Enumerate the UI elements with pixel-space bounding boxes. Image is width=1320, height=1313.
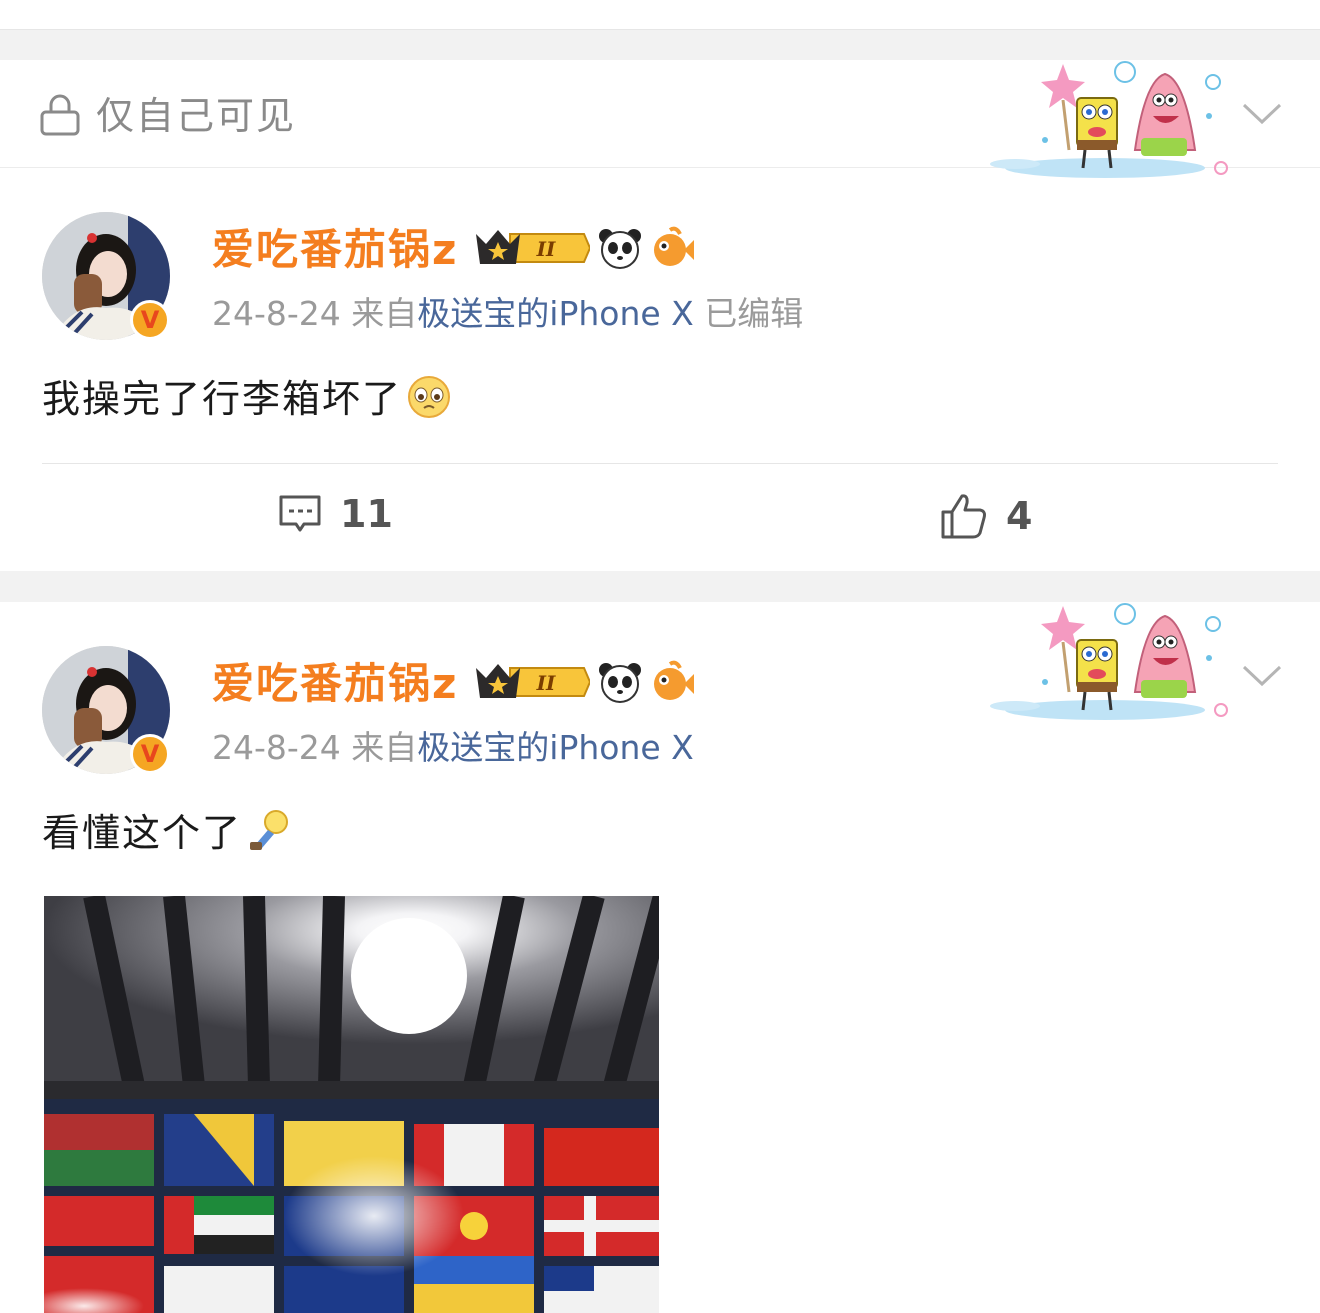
post-card-1: 仅自己可见 V 爱吃番茄锅z II 24-8-24 来自极送宝的iPhone X… (0, 60, 1320, 571)
previous-card-edge (0, 0, 1320, 30)
verified-icon: V (130, 734, 170, 774)
lock-icon (40, 94, 80, 136)
source-prefix: 来自 (351, 294, 418, 333)
verified-icon: V (130, 300, 170, 340)
edited-label[interactable]: 已编辑 (704, 294, 803, 333)
username[interactable]: 爱吃番茄锅z (212, 224, 458, 276)
lightbulb-person-emoji-icon (250, 810, 289, 850)
fish-icon[interactable] (650, 226, 694, 270)
badge-row: II (474, 224, 694, 272)
chevron-down-icon[interactable] (1242, 102, 1282, 126)
panda-icon[interactable] (598, 660, 642, 704)
post-text: 看懂这个了 (42, 808, 292, 858)
panda-icon[interactable] (598, 226, 642, 270)
crown-badge-icon[interactable]: II (474, 226, 590, 270)
like-button[interactable]: 4 (940, 492, 1032, 540)
comment-icon (279, 495, 321, 532)
spongebob-patrick-sticker (990, 603, 1228, 720)
like-count: 4 (1006, 494, 1033, 538)
post-card-2: V 爱吃番茄锅z II 24-8-24 来自极送宝的iPhone X 看懂这个了 (0, 602, 1320, 1313)
post-meta: 24-8-24 来自极送宝的iPhone X 已编辑 (212, 292, 803, 336)
badge-row: II (474, 658, 694, 706)
svg-text:II: II (536, 237, 556, 261)
comment-count: 11 (340, 492, 393, 536)
chevron-down-icon[interactable] (1242, 664, 1282, 688)
pleading-face-emoji-icon (408, 376, 451, 418)
post-image[interactable] (44, 896, 659, 1313)
svg-text:II: II (536, 671, 556, 695)
post-text: 我操完了行李箱坏了 (42, 374, 452, 424)
post-source[interactable]: 极送宝的iPhone X (417, 294, 694, 333)
privacy-label: 仅自己可见 (96, 94, 297, 138)
post-meta: 24-8-24 来自极送宝的iPhone X (212, 726, 694, 770)
source-prefix: 来自 (351, 728, 418, 767)
spongebob-patrick-sticker (990, 61, 1228, 178)
thumbs-up-icon (941, 494, 986, 539)
post-source[interactable]: 极送宝的iPhone X (417, 728, 694, 767)
post-date: 24-8-24 (212, 294, 341, 333)
crown-badge-icon[interactable]: II (474, 660, 590, 704)
actions-divider (42, 463, 1278, 464)
fish-icon[interactable] (650, 660, 694, 704)
post-date: 24-8-24 (212, 728, 341, 767)
username[interactable]: 爱吃番茄锅z (212, 658, 458, 710)
post-text-content: 我操完了行李箱坏了 (42, 377, 403, 421)
post-text-content: 看懂这个了 (42, 811, 243, 855)
comment-button[interactable]: 11 (278, 492, 393, 536)
